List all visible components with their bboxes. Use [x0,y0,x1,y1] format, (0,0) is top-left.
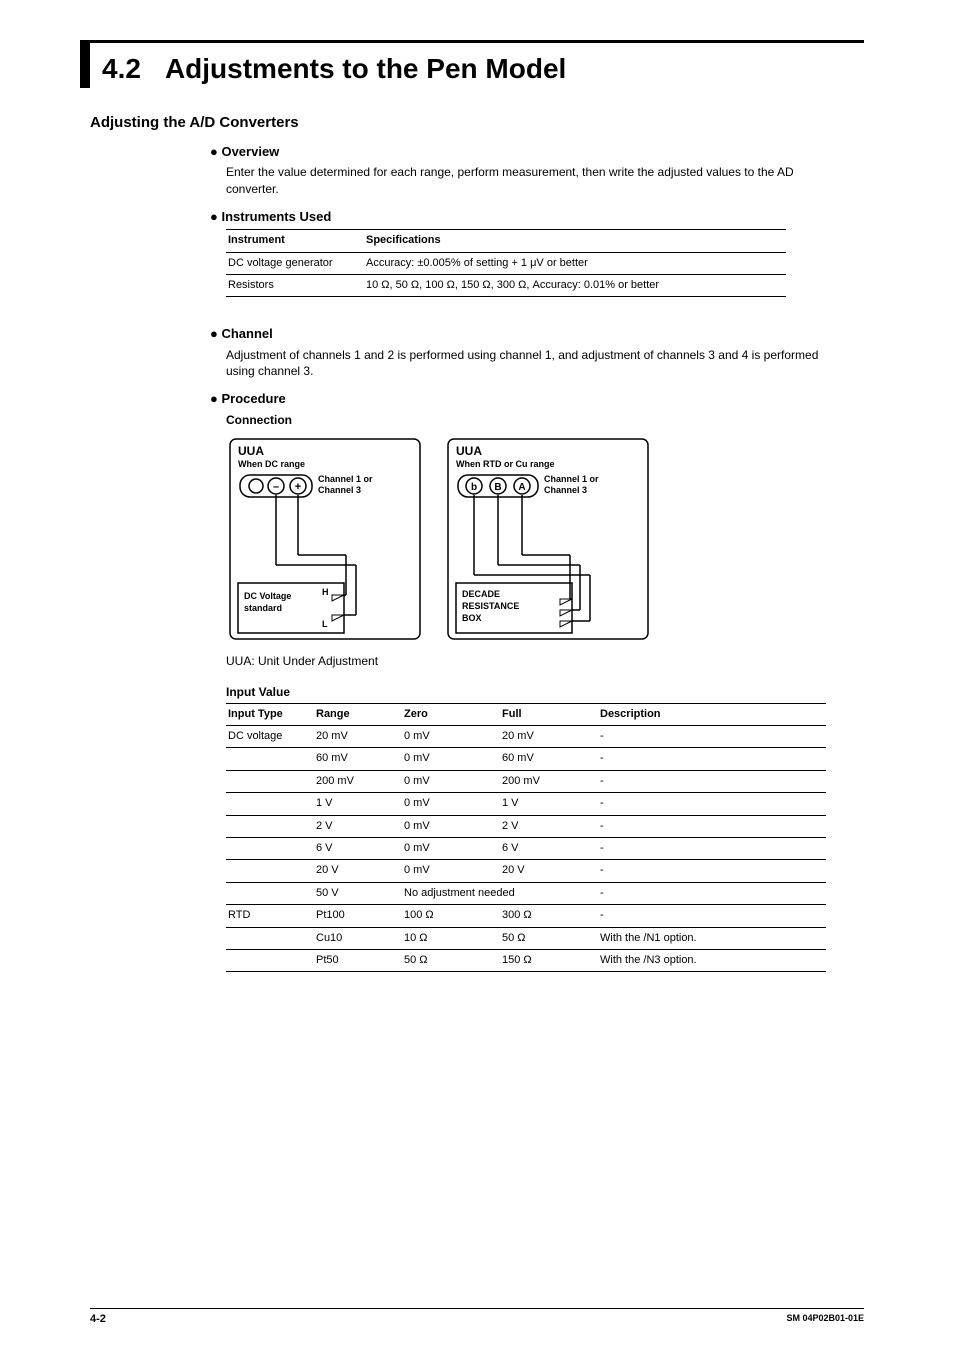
iv-th-1: Range [314,703,402,725]
uua-caption: UUA: Unit Under Adjustment [226,653,824,670]
diagram-dc-range: UUA When DC range – + Channel 1 or Chann… [226,435,426,645]
instruments-label: Instruments Used [210,208,864,226]
iv-th-2: Zero [402,703,500,725]
instruments-cell: 10 Ω, 50 Ω, 100 Ω, 150 Ω, 300 Ω, Accurac… [364,274,786,296]
table-row: 2 V0 mV2 V- [226,815,826,837]
svg-text:B: B [494,482,501,493]
svg-text:UUA: UUA [456,444,482,458]
table-row: RTDPt100100 Ω300 Ω- [226,905,826,927]
diagram-rtd-range: UUA When RTD or Cu range b B A Channel 1… [444,435,644,645]
svg-text:When DC range: When DC range [238,459,305,469]
connection-diagrams: UUA When DC range – + Channel 1 or Chann… [226,435,864,645]
svg-text:Channel 1 or: Channel 1 or [318,474,373,484]
connection-label: Connection [226,412,864,429]
section-title: 4.2 Adjustments to the Pen Model [80,40,864,88]
table-row: Pt5050 Ω150 ΩWith the /N3 option. [226,949,826,971]
svg-text:Channel 1 or: Channel 1 or [544,474,599,484]
svg-text:L: L [322,619,328,629]
table-row: Resistors 10 Ω, 50 Ω, 100 Ω, 150 Ω, 300 … [226,274,786,296]
svg-text:DC Voltage: DC Voltage [244,591,291,601]
iv-th-0: Input Type [226,703,314,725]
channel-text: Adjustment of channels 1 and 2 is perfor… [226,347,824,381]
overview-label: Overview [210,143,864,161]
table-row: 200 mV0 mV200 mV- [226,770,826,792]
procedure-label: Procedure [210,390,864,408]
svg-text:H: H [322,587,329,597]
channel-label: Channel [210,325,864,343]
svg-text:b: b [471,482,477,493]
title-bar [80,40,90,88]
table-row: 6 V0 mV6 V- [226,838,826,860]
page-number: 4-2 [90,1312,106,1327]
input-value-label: Input Value [226,684,864,701]
svg-text:Channel 3: Channel 3 [544,485,587,495]
instruments-th-1: Specifications [364,230,786,252]
section-number: 4.2 [102,49,141,88]
doc-code: SM 04P02B01-01E [786,1312,864,1327]
svg-text:UUA: UUA [238,444,264,458]
table-row: 60 mV0 mV60 mV- [226,748,826,770]
instruments-table: Instrument Specifications DC voltage gen… [226,229,786,297]
iv-th-3: Full [500,703,598,725]
input-value-table: Input Type Range Zero Full Description D… [226,703,826,973]
instruments-cell: Resistors [226,274,364,296]
table-row: 20 V0 mV20 V- [226,860,826,882]
section-title-text: Adjustments to the Pen Model [165,49,566,88]
iv-th-4: Description [598,703,826,725]
svg-text:BOX: BOX [462,613,482,623]
svg-text:–: – [273,481,279,493]
instruments-th-0: Instrument [226,230,364,252]
svg-text:Channel 3: Channel 3 [318,485,361,495]
svg-text:+: + [295,481,301,493]
table-row: 50 VNo adjustment needed- [226,882,826,904]
svg-text:standard: standard [244,603,282,613]
svg-text:When RTD or Cu range: When RTD or Cu range [456,459,555,469]
page-footer: 4-2 SM 04P02B01-01E [90,1308,864,1327]
instruments-cell: Accuracy: ±0.005% of setting + 1 μV or b… [364,252,786,274]
svg-text:A: A [518,482,525,493]
table-row: Cu1010 Ω50 ΩWith the /N1 option. [226,927,826,949]
instruments-cell: DC voltage generator [226,252,364,274]
svg-text:RESISTANCE: RESISTANCE [462,601,519,611]
table-row: DC voltage generator Accuracy: ±0.005% o… [226,252,786,274]
svg-text:DECADE: DECADE [462,589,500,599]
table-row: DC voltage20 mV0 mV20 mV- [226,726,826,748]
overview-text: Enter the value determined for each rang… [226,164,824,198]
table-row: 1 V0 mV1 V- [226,793,826,815]
heading-adjusting: Adjusting the A/D Converters [90,112,864,133]
